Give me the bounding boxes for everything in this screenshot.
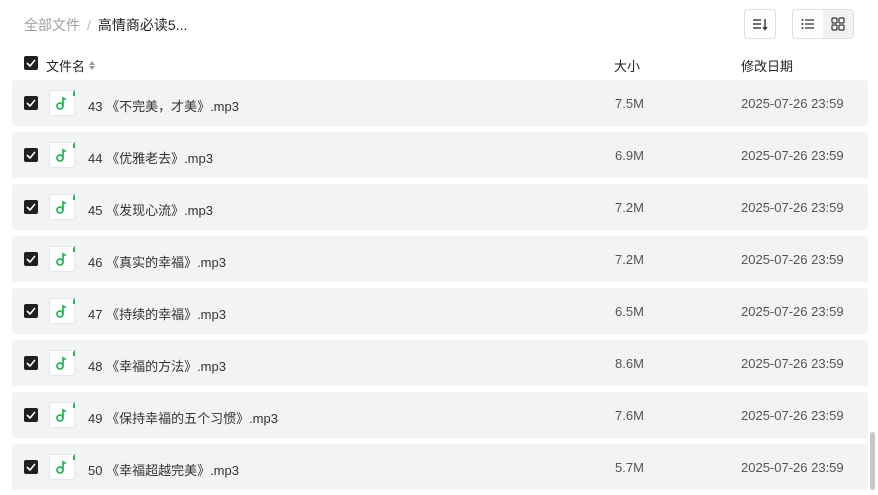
file-modified-date: 2025-07-26 23:59 bbox=[741, 356, 844, 371]
file-modified-date: 2025-07-26 23:59 bbox=[741, 96, 844, 111]
row-checkbox[interactable] bbox=[24, 96, 38, 110]
row-checkbox[interactable] bbox=[24, 200, 38, 214]
file-row[interactable]: 43 《不完美，才美》.mp3 7.5M 2025-07-26 23:59 bbox=[12, 80, 868, 126]
file-row[interactable]: 49 《保持幸福的五个习惯》.mp3 7.6M 2025-07-26 23:59 bbox=[12, 392, 868, 438]
vertical-scrollbar-thumb[interactable] bbox=[870, 432, 875, 490]
audio-file-icon bbox=[49, 194, 75, 220]
sort-arrows-icon bbox=[89, 61, 96, 70]
file-name[interactable]: 47 《持续的幸福》.mp3 bbox=[88, 304, 226, 323]
file-name[interactable]: 50 《幸福超越完美》.mp3 bbox=[88, 460, 239, 479]
file-size: 6.5M bbox=[615, 304, 644, 319]
file-modified-date: 2025-07-26 23:59 bbox=[741, 304, 844, 319]
audio-file-icon bbox=[49, 90, 75, 116]
breadcrumb-separator: / bbox=[87, 17, 91, 33]
file-size: 7.2M bbox=[615, 252, 644, 267]
file-size: 5.7M bbox=[615, 460, 644, 475]
checkmark-icon bbox=[26, 359, 36, 367]
file-size: 6.9M bbox=[615, 148, 644, 163]
audio-file-icon bbox=[49, 350, 75, 376]
file-row[interactable]: 45 《发现心流》.mp3 7.2M 2025-07-26 23:59 bbox=[12, 184, 868, 230]
audio-file-icon bbox=[49, 142, 75, 168]
list-view-icon bbox=[801, 19, 814, 29]
checkmark-icon bbox=[26, 463, 36, 471]
select-all-checkbox[interactable] bbox=[24, 56, 38, 70]
breadcrumb-current-folder: 高情商必读5... bbox=[97, 17, 188, 33]
file-row[interactable]: 50 《幸福超越完美》.mp3 5.7M 2025-07-26 23:59 bbox=[12, 444, 868, 490]
checkmark-icon bbox=[26, 151, 36, 159]
audio-file-icon bbox=[49, 298, 75, 324]
row-checkbox[interactable] bbox=[24, 408, 38, 422]
file-name[interactable]: 46 《真实的幸福》.mp3 bbox=[88, 252, 226, 271]
file-row[interactable]: 47 《持续的幸福》.mp3 6.5M 2025-07-26 23:59 bbox=[12, 288, 868, 334]
file-row[interactable]: 44 《优雅老去》.mp3 6.9M 2025-07-26 23:59 bbox=[12, 132, 868, 178]
audio-file-icon bbox=[49, 454, 75, 480]
row-checkbox[interactable] bbox=[24, 460, 38, 474]
name-column-header[interactable]: 文件名 bbox=[46, 56, 96, 75]
checkmark-icon bbox=[26, 255, 36, 263]
grid-view-icon bbox=[831, 17, 845, 31]
file-size: 7.2M bbox=[615, 200, 644, 215]
file-modified-date: 2025-07-26 23:59 bbox=[741, 252, 844, 267]
sort-list-icon bbox=[753, 19, 768, 31]
sort-button[interactable] bbox=[744, 9, 776, 39]
file-list: 43 《不完美，才美》.mp3 7.5M 2025-07-26 23:59 44… bbox=[12, 80, 868, 495]
table-header: 文件名 大小 修改日期 bbox=[12, 50, 868, 78]
checkmark-icon bbox=[26, 203, 36, 211]
breadcrumb-root-link[interactable]: 全部文件 bbox=[24, 15, 80, 35]
file-size: 7.6M bbox=[615, 408, 644, 423]
file-modified-date: 2025-07-26 23:59 bbox=[741, 460, 844, 475]
file-row[interactable]: 48 《幸福的方法》.mp3 8.6M 2025-07-26 23:59 bbox=[12, 340, 868, 386]
row-checkbox[interactable] bbox=[24, 252, 38, 266]
file-row[interactable]: 46 《真实的幸福》.mp3 7.2M 2025-07-26 23:59 bbox=[12, 236, 868, 282]
row-checkbox[interactable] bbox=[24, 148, 38, 162]
file-modified-date: 2025-07-26 23:59 bbox=[741, 408, 844, 423]
grid-view-button[interactable] bbox=[823, 10, 853, 38]
top-bar: 全部文件 / 高情商必读5... bbox=[0, 0, 878, 50]
file-modified-date: 2025-07-26 23:59 bbox=[741, 200, 844, 215]
list-view-button[interactable] bbox=[793, 10, 823, 38]
checkmark-icon bbox=[26, 59, 36, 67]
file-name[interactable]: 49 《保持幸福的五个习惯》.mp3 bbox=[88, 408, 278, 427]
checkmark-icon bbox=[26, 99, 36, 107]
date-column-header[interactable]: 修改日期 bbox=[741, 56, 793, 75]
row-checkbox[interactable] bbox=[24, 304, 38, 318]
file-name[interactable]: 45 《发现心流》.mp3 bbox=[88, 200, 213, 219]
name-column-label: 文件名 bbox=[46, 59, 86, 74]
view-toggle bbox=[792, 9, 854, 39]
checkmark-icon bbox=[26, 307, 36, 315]
file-modified-date: 2025-07-26 23:59 bbox=[741, 148, 844, 163]
size-column-header[interactable]: 大小 bbox=[614, 56, 640, 75]
file-size: 7.5M bbox=[615, 96, 644, 111]
file-name[interactable]: 44 《优雅老去》.mp3 bbox=[88, 148, 213, 167]
audio-file-icon bbox=[49, 402, 75, 428]
audio-file-icon bbox=[49, 246, 75, 272]
file-name[interactable]: 48 《幸福的方法》.mp3 bbox=[88, 356, 226, 375]
file-name[interactable]: 43 《不完美，才美》.mp3 bbox=[88, 96, 239, 115]
breadcrumb: 全部文件 / 高情商必读5... bbox=[24, 15, 187, 35]
checkmark-icon bbox=[26, 411, 36, 419]
file-size: 8.6M bbox=[615, 356, 644, 371]
row-checkbox[interactable] bbox=[24, 356, 38, 370]
